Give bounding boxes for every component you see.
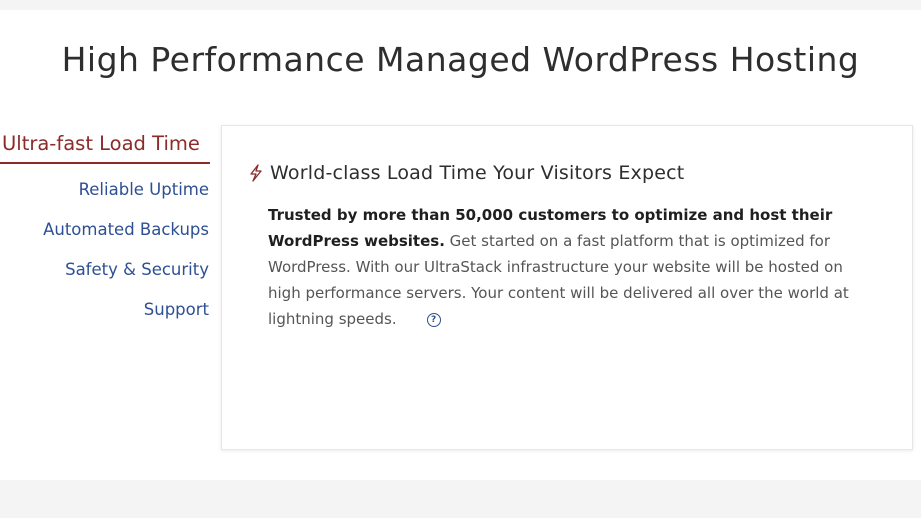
feature-tab-nav: Ultra-fast Load Time Reliable Uptime Aut…	[0, 128, 210, 330]
tab-reliable-uptime[interactable]: Reliable Uptime	[0, 170, 210, 210]
lightning-bolt-icon	[248, 164, 264, 182]
tab-automated-backups[interactable]: Automated Backups	[0, 210, 210, 250]
help-circle-icon[interactable]: ?	[426, 312, 441, 327]
tab-content-panel: World-class Load Time Your Visitors Expe…	[221, 125, 913, 450]
tab-safety-security[interactable]: Safety & Security	[0, 250, 210, 290]
panel-description: Trusted by more than 50,000 customers to…	[268, 202, 868, 332]
tab-ultra-fast-load-time[interactable]: Ultra-fast Load Time	[0, 128, 210, 164]
tab-support[interactable]: Support	[0, 290, 210, 330]
page-title: High Performance Managed WordPress Hosti…	[61, 40, 860, 79]
panel-heading-text: World-class Load Time Your Visitors Expe…	[270, 162, 685, 184]
panel-heading: World-class Load Time Your Visitors Expe…	[248, 162, 892, 184]
